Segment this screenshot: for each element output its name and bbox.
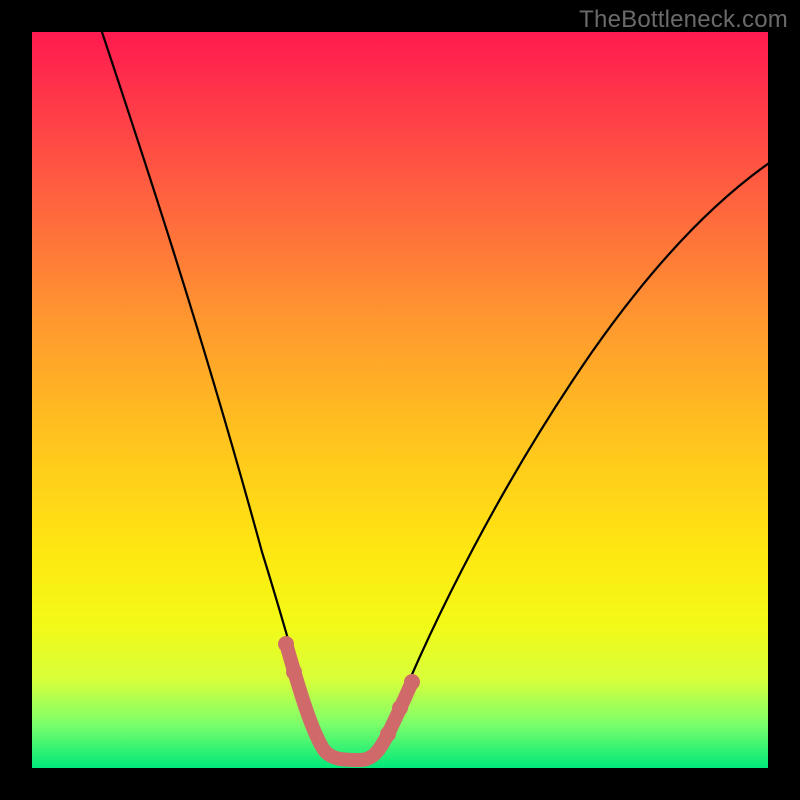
bottleneck-curve: [92, 2, 800, 758]
marker-dot: [404, 674, 420, 690]
chart-svg: [32, 32, 768, 768]
plot-area: [32, 32, 768, 768]
chart-frame: TheBottleneck.com: [0, 0, 800, 800]
optimum-segment: [287, 647, 412, 760]
marker-dot: [392, 700, 408, 716]
marker-dot: [278, 636, 294, 652]
watermark-text: TheBottleneck.com: [579, 6, 788, 34]
marker-dot: [286, 664, 302, 680]
marker-dot: [380, 726, 396, 742]
